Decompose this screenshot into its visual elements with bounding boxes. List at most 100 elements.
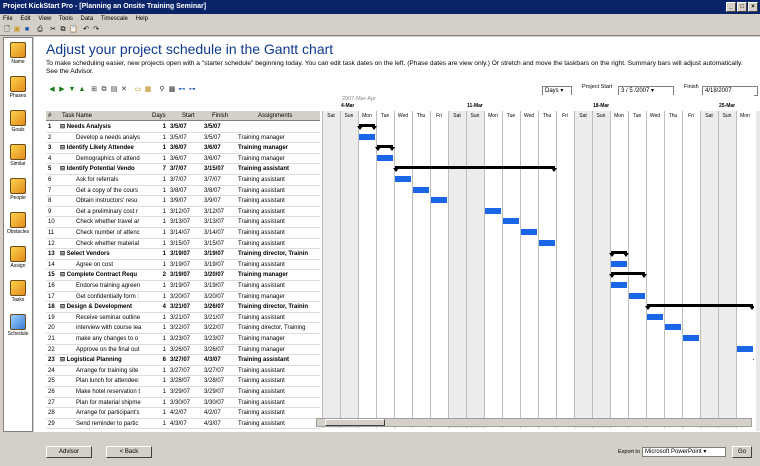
cell-finish[interactable]: 3/19/07 xyxy=(204,260,238,270)
cell-name[interactable]: Endorse training agreen xyxy=(60,281,150,291)
cell-finish[interactable]: 3/13/07 xyxy=(204,217,238,227)
cell-finish[interactable]: 3/14/07 xyxy=(204,228,238,238)
summary-bar[interactable] xyxy=(357,124,377,130)
table-row[interactable]: 18 ⊟ Design & Development 4 3/21/07 3/26/07 T… xyxy=(46,302,320,313)
cell-assign[interactable]: Training manager xyxy=(238,345,320,355)
cell-start[interactable]: 3/15/07 xyxy=(170,239,202,249)
cell-finish[interactable]: 3/19/07 xyxy=(204,249,238,259)
cell-assign[interactable]: Training director, Trainin xyxy=(238,249,320,259)
task-bar[interactable] xyxy=(611,282,627,288)
cell-name[interactable]: interview with course lea xyxy=(60,323,150,333)
cell-days[interactable]: 1 xyxy=(152,207,166,217)
paste-task-icon[interactable]: ▤ xyxy=(110,86,118,94)
cell-finish[interactable]: 3/12/07 xyxy=(204,207,238,217)
cell-name[interactable]: ⊟ Needs Analysis xyxy=(60,122,150,132)
cell-start[interactable]: 3/14/07 xyxy=(170,228,202,238)
cell-start[interactable]: 3/29/07 xyxy=(170,387,202,397)
cell-assign[interactable]: Training manager xyxy=(238,292,320,302)
cell-name[interactable]: Send reminder to partic xyxy=(60,419,150,429)
link-icon[interactable]: ⊷ xyxy=(178,86,186,94)
cell-assign[interactable]: Training assistant xyxy=(238,419,320,429)
cell-start[interactable]: 3/26/07 xyxy=(170,345,202,355)
cell-assign[interactable]: Training assistant xyxy=(238,186,320,196)
cell-start[interactable]: 3/9/07 xyxy=(170,196,202,206)
cell-days[interactable]: 1 xyxy=(152,228,166,238)
sidebar-item-similar[interactable]: Similar xyxy=(4,142,32,172)
cell-name[interactable]: Arrange for training site xyxy=(60,366,150,376)
cell-finish[interactable]: 3/15/07 xyxy=(204,239,238,249)
cell-start[interactable]: 3/5/07 xyxy=(170,122,202,132)
summary-bar[interactable] xyxy=(609,272,647,279)
cell-assign[interactable]: Training assistant xyxy=(238,408,320,418)
sidebar-item-name[interactable]: Name xyxy=(4,40,32,70)
cell-assign[interactable]: Training manager xyxy=(238,133,320,143)
cell-name[interactable]: Arrange for participant's xyxy=(60,408,150,418)
menu-help[interactable]: Help xyxy=(136,16,148,22)
cell-start[interactable]: 3/6/07 xyxy=(170,143,202,153)
cell-start[interactable]: 4/3/07 xyxy=(170,419,202,429)
cell-start[interactable]: 3/28/07 xyxy=(170,376,202,386)
cell-assign[interactable]: Training assistant xyxy=(238,239,320,249)
menu-file[interactable]: File xyxy=(3,16,13,22)
task-bar[interactable] xyxy=(665,324,681,331)
table-row[interactable]: 16 Endorse training agreen 1 3/19/07 3/19/07… xyxy=(46,281,320,292)
sidebar-item-phases[interactable]: Phases xyxy=(4,74,32,104)
unlink-icon[interactable]: ⊶ xyxy=(188,86,196,94)
minimize-button[interactable]: _ xyxy=(726,2,736,12)
delete-task-icon[interactable]: ✕ xyxy=(120,86,128,94)
summary-bar[interactable] xyxy=(393,166,557,173)
cell-finish[interactable]: 3/6/07 xyxy=(204,154,238,164)
cell-assign[interactable]: Training manager xyxy=(238,154,320,164)
cell-assign[interactable]: Training assistant xyxy=(238,175,320,185)
cell-finish[interactable]: 3/15/07 xyxy=(204,164,238,174)
cell-days[interactable]: 1 xyxy=(152,292,166,302)
folder-icon[interactable]: ▭ xyxy=(134,86,142,94)
table-row[interactable]: 3 ⊟ Identify Likely Attendee 1 3/6/07 3/6/07… xyxy=(46,143,320,154)
sidebar-item-obstacles[interactable]: Obstacles xyxy=(4,210,32,240)
table-row[interactable]: 29 Send reminder to partic 1 4/3/07 4/3/07 Tr… xyxy=(46,419,320,430)
summary-bar[interactable] xyxy=(645,304,754,311)
cell-name[interactable]: Agree on cost xyxy=(60,260,150,270)
paste-icon[interactable]: 📋 xyxy=(69,26,78,34)
table-row[interactable]: 26 Make hotel reservation t 1 3/29/07 3/29/0… xyxy=(46,387,320,398)
sidebar-item-goals[interactable]: Goals xyxy=(4,108,32,138)
cell-assign[interactable]: Training assistant xyxy=(238,217,320,227)
table-row[interactable]: 20 interview with course lea 1 3/22/07 3/22/… xyxy=(46,323,320,334)
table-row[interactable]: 13 ⊟ Select Vendors 1 3/19/07 3/19/07 Trainin… xyxy=(46,249,320,260)
cell-days[interactable]: 1 xyxy=(152,186,166,196)
task-bar[interactable] xyxy=(647,313,663,320)
redo-icon[interactable]: ↷ xyxy=(92,26,100,34)
sidebar-item-assign[interactable]: Assign xyxy=(4,244,32,274)
task-bar[interactable] xyxy=(611,260,627,267)
cell-days[interactable]: 1 xyxy=(152,122,166,132)
cell-days[interactable]: 7 xyxy=(152,164,166,174)
cell-name[interactable]: Make hotel reservation t xyxy=(60,387,150,397)
cell-finish[interactable]: 3/20/07 xyxy=(204,292,238,302)
cell-finish[interactable]: 4/3/07 xyxy=(204,419,238,429)
move-right-icon[interactable]: ▶ xyxy=(58,86,66,94)
cell-name[interactable]: ⊟ Logistical Planning xyxy=(60,355,150,365)
save-icon[interactable]: ■ xyxy=(23,26,31,34)
go-button[interactable]: Go xyxy=(732,446,752,458)
cell-start[interactable]: 3/22/07 xyxy=(170,323,202,333)
table-row[interactable]: 23 ⊟ Logistical Planning 6 3/27/07 4/3/07 Tra… xyxy=(46,355,320,366)
cell-finish[interactable]: 3/28/07 xyxy=(204,376,238,386)
table-row[interactable]: 8 Obtain instructors' resu 1 3/9/07 3/9/07 Tr… xyxy=(46,196,320,207)
table-row[interactable]: 25 Plan lunch for attendee: 1 3/28/07 3/28/0… xyxy=(46,376,320,387)
cell-days[interactable]: 1 xyxy=(152,366,166,376)
task-bar[interactable] xyxy=(395,176,411,182)
cell-start[interactable]: 3/7/07 xyxy=(170,164,202,174)
cell-name[interactable]: ⊟ Select Vendors xyxy=(60,249,150,259)
cell-finish[interactable]: 3/7/07 xyxy=(204,175,238,185)
cell-assign[interactable]: Training manager xyxy=(238,270,320,280)
move-left-icon[interactable]: ◀ xyxy=(48,86,56,94)
menu-edit[interactable]: Edit xyxy=(20,16,30,22)
cell-finish[interactable]: 4/2/07 xyxy=(204,408,238,418)
copy-icon[interactable]: ⧉ xyxy=(59,26,67,34)
cell-finish[interactable]: 3/27/07 xyxy=(204,366,238,376)
cell-days[interactable]: 1 xyxy=(152,323,166,333)
task-bar[interactable] xyxy=(485,207,501,214)
task-bar[interactable] xyxy=(377,154,393,161)
cell-days[interactable]: 1 xyxy=(152,239,166,249)
cell-days[interactable]: 1 xyxy=(152,281,166,291)
